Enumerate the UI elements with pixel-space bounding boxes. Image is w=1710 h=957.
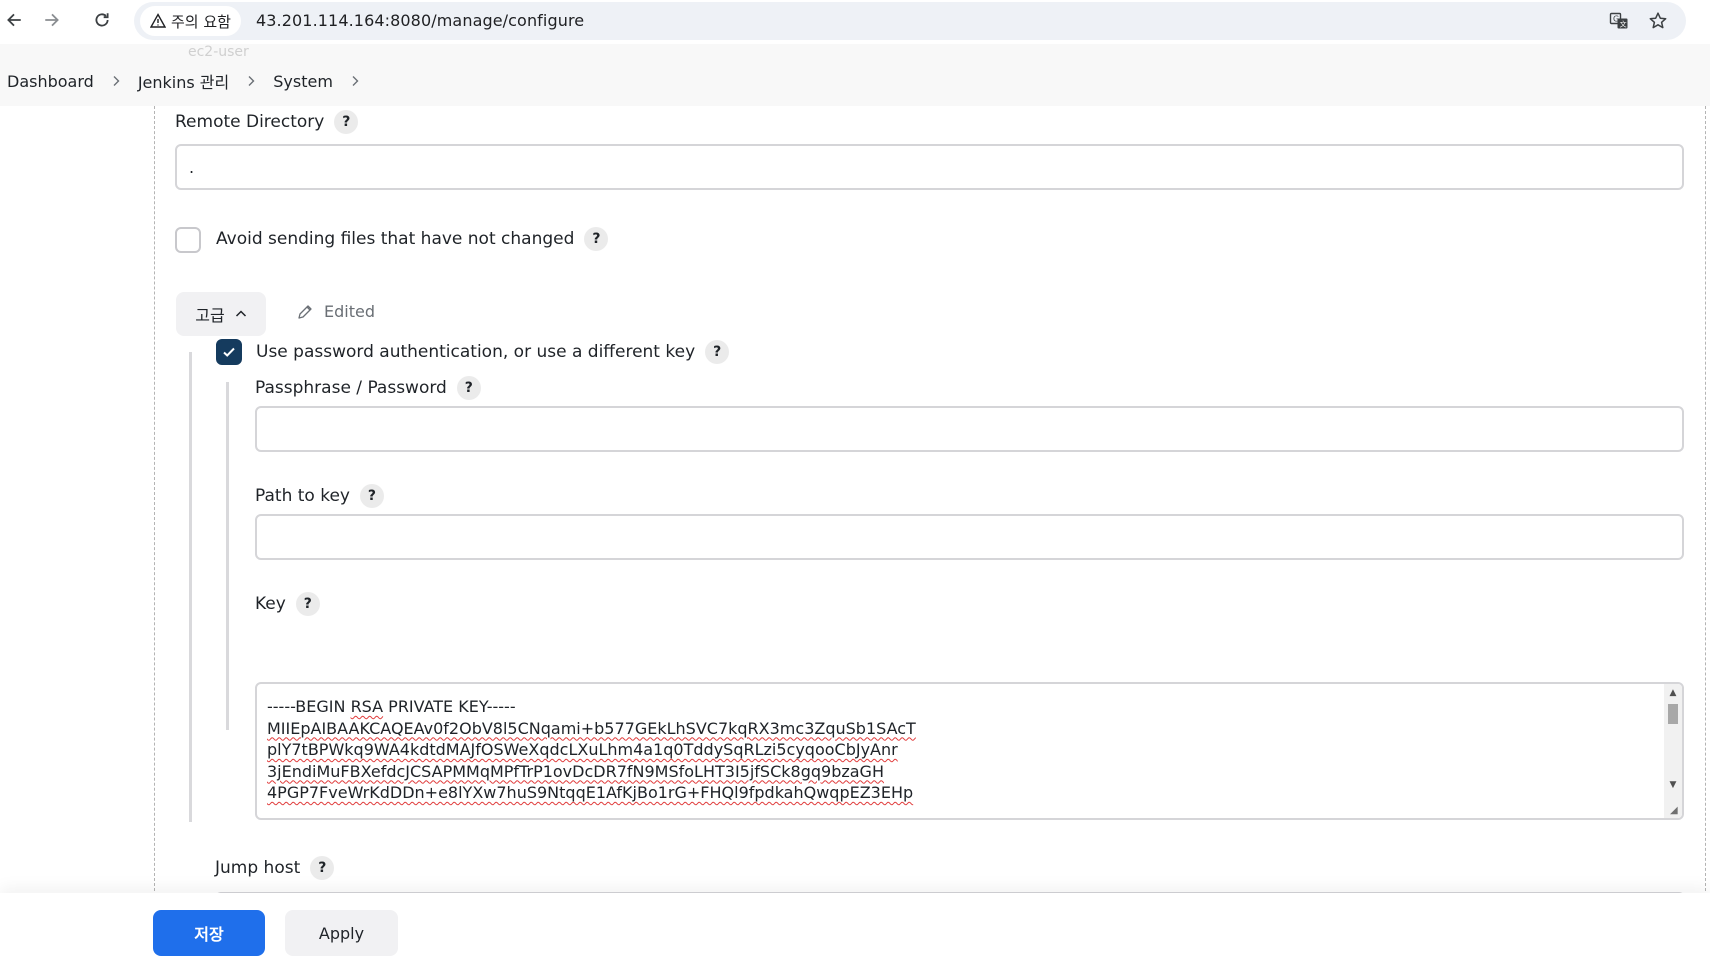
config-form: Remote Directory ? . Avoid sending files… bbox=[0, 106, 1710, 896]
advanced-section-bar bbox=[189, 352, 192, 822]
use-password-checkbox[interactable] bbox=[216, 339, 242, 365]
breadcrumb-dashboard[interactable]: Dashboard bbox=[7, 72, 94, 91]
path-to-key-label-row: Path to key ? bbox=[255, 484, 384, 508]
key-line: 3jEndiMuFBXefdcJCSAPMMqMPfTrP1ovDcDR7fN9… bbox=[267, 761, 884, 781]
key-section-bar bbox=[226, 382, 229, 730]
help-icon[interactable]: ? bbox=[295, 592, 320, 616]
help-icon[interactable]: ? bbox=[705, 340, 730, 364]
key-label-row: Key ? bbox=[255, 592, 320, 616]
help-icon[interactable]: ? bbox=[456, 376, 481, 400]
help-icon[interactable]: ? bbox=[334, 110, 359, 134]
help-icon[interactable]: ? bbox=[359, 484, 384, 508]
scroll-thumb[interactable] bbox=[1668, 704, 1678, 724]
remote-directory-label-row: Remote Directory ? bbox=[175, 110, 359, 134]
url-text[interactable]: 43.201.114.164:8080/manage/configure bbox=[256, 11, 584, 30]
path-to-key-label: Path to key bbox=[255, 486, 350, 506]
checkmark-icon bbox=[223, 347, 235, 357]
translate-icon[interactable]: G文 bbox=[1608, 10, 1630, 32]
security-chip[interactable]: 주의 요함 bbox=[140, 6, 241, 36]
chevron-up-icon bbox=[235, 310, 246, 317]
key-scrollbar[interactable]: ▲ ▼ bbox=[1664, 684, 1682, 818]
repeatable-border-left bbox=[154, 106, 155, 896]
key-text: -----BEGIN RSA PRIVATE KEY----- MIIEpAIBA… bbox=[267, 696, 916, 804]
passphrase-label-row: Passphrase / Password ? bbox=[255, 376, 481, 400]
chevron-right-icon[interactable] bbox=[94, 75, 138, 87]
remote-directory-label: Remote Directory bbox=[175, 112, 325, 132]
key-line: 4PGP7FveWrKdDDn+e8lYXw7huS9NtqqE1AfKjBo1… bbox=[267, 783, 914, 802]
key-line: plY7tBPWkq9WA4kdtdMAJfOSWeXqdcLXuLhm4a1q… bbox=[267, 740, 898, 759]
warning-icon bbox=[150, 13, 166, 28]
address-bar[interactable]: 주의 요함 43.201.114.164:8080/manage/configu… bbox=[134, 2, 1686, 40]
forward-icon[interactable] bbox=[38, 6, 66, 34]
svg-text:文: 文 bbox=[1620, 20, 1627, 29]
chevron-right-icon[interactable] bbox=[229, 75, 273, 87]
save-button[interactable]: 저장 bbox=[153, 910, 265, 956]
key-label: Key bbox=[255, 594, 286, 614]
key-line: -----BEGIN RSA PRIVATE KEY----- bbox=[267, 697, 516, 716]
remote-directory-value: . bbox=[189, 157, 195, 177]
key-line: MIIEpAIBAAKCAQEAv0f2ObV8l5CNqami+b577GEk… bbox=[267, 718, 916, 738]
passphrase-label: Passphrase / Password bbox=[255, 378, 447, 398]
resize-grip-icon[interactable]: ◢ bbox=[1670, 806, 1680, 816]
breadcrumb: Dashboard Jenkins 관리 System bbox=[7, 69, 377, 93]
bookmark-star-icon[interactable] bbox=[1647, 10, 1669, 32]
breadcrumb-system[interactable]: System bbox=[273, 72, 333, 91]
pencil-icon bbox=[298, 304, 312, 319]
passphrase-input[interactable] bbox=[255, 406, 1684, 452]
help-icon[interactable]: ? bbox=[310, 856, 335, 880]
use-password-label[interactable]: Use password authentication, or use a di… bbox=[256, 342, 695, 362]
advanced-toggle-button[interactable]: 고급 bbox=[176, 292, 266, 336]
browser-toolbar: 주의 요함 43.201.114.164:8080/manage/configu… bbox=[0, 0, 1710, 44]
avoid-sending-checkbox[interactable] bbox=[175, 227, 201, 253]
breadcrumb-bar: ec2-user Dashboard Jenkins 관리 System bbox=[0, 44, 1710, 106]
chevron-right-icon[interactable] bbox=[333, 75, 377, 87]
use-password-label-row: Use password authentication, or use a di… bbox=[256, 340, 730, 364]
security-label: 주의 요함 bbox=[171, 12, 231, 31]
apply-button[interactable]: Apply bbox=[285, 910, 398, 956]
avoid-sending-label-row: Avoid sending files that have not change… bbox=[216, 227, 609, 251]
remote-directory-input[interactable]: . bbox=[175, 144, 1684, 190]
faded-field-value: ec2-user bbox=[188, 44, 249, 60]
help-icon[interactable]: ? bbox=[584, 227, 609, 251]
advanced-label: 고급 bbox=[195, 306, 225, 325]
breadcrumb-jenkins-manage[interactable]: Jenkins 관리 bbox=[138, 69, 229, 93]
jump-host-label: Jump host bbox=[215, 858, 301, 878]
key-line-word: RSA bbox=[350, 697, 384, 716]
jump-host-label-row: Jump host ? bbox=[215, 856, 335, 880]
repeatable-border-right bbox=[1705, 106, 1706, 896]
back-icon[interactable] bbox=[0, 6, 28, 34]
scroll-up-arrow-icon[interactable]: ▲ bbox=[1668, 688, 1678, 698]
avoid-sending-label[interactable]: Avoid sending files that have not change… bbox=[216, 229, 574, 249]
path-to-key-input[interactable] bbox=[255, 514, 1684, 560]
edited-indicator: Edited bbox=[296, 302, 375, 321]
scroll-down-arrow-icon[interactable]: ▼ bbox=[1668, 780, 1678, 790]
key-textarea[interactable]: -----BEGIN RSA PRIVATE KEY----- MIIEpAIBA… bbox=[255, 682, 1684, 820]
reload-icon[interactable] bbox=[88, 6, 116, 34]
edited-label: Edited bbox=[324, 302, 375, 321]
